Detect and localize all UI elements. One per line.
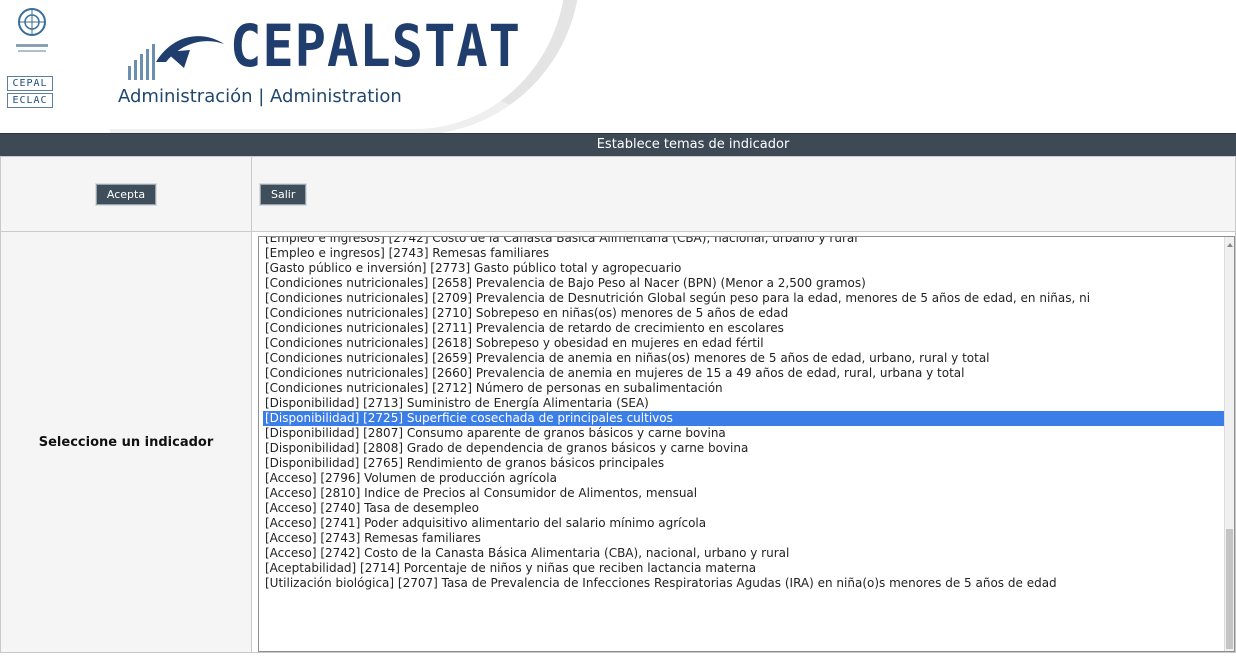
indicator-option[interactable]: [Acceso] [2810] Indice de Precios al Con… — [263, 486, 1224, 501]
admin-subtitle: Administración | Administration — [118, 86, 402, 107]
scrollbar-thumb[interactable] — [1226, 529, 1233, 649]
indicator-option[interactable]: [Disponibilidad] [2808] Grado de depende… — [263, 441, 1224, 456]
header: CEPAL ECLAC CEPALSTAT Administración | A… — [0, 0, 1236, 133]
indicator-label: Seleccione un indicador — [38, 434, 214, 450]
indicator-label-cell: Seleccione un indicador — [0, 231, 252, 653]
indicator-option[interactable]: [Condiciones nutricionales] [2659] Preva… — [263, 351, 1224, 366]
listbox-scrollbar[interactable] — [1224, 237, 1234, 651]
indicator-option[interactable]: [Condiciones nutricionales] [2711] Preva… — [263, 321, 1224, 336]
indicator-option[interactable]: [Acceso] [2741] Poder adquisitivo alimen… — [263, 516, 1224, 531]
section-titlebar: Establece temas de indicador — [0, 133, 1236, 156]
indicator-select-cell: [Empleo e ingresos] [2742] Costo de la C… — [251, 231, 1236, 653]
indicator-option[interactable]: [Disponibilidad] [2725] Superficie cosec… — [263, 411, 1224, 426]
brand-title: CEPALSTAT — [230, 12, 521, 80]
exit-cell: Salir — [251, 156, 1236, 232]
eclac-text: ECLAC — [7, 93, 53, 108]
indicator-option[interactable]: [Condiciones nutricionales] [2709] Preva… — [263, 291, 1224, 306]
indicator-option[interactable]: [Condiciones nutricionales] [2710] Sobre… — [263, 306, 1224, 321]
indicator-listbox[interactable]: [Empleo e ingresos] [2742] Costo de la C… — [258, 236, 1235, 652]
scroll-up-icon[interactable] — [1227, 243, 1233, 247]
indicator-option[interactable]: [Condiciones nutricionales] [2660] Preva… — [263, 366, 1224, 381]
indicator-option[interactable]: [Condiciones nutricionales] [2712] Númer… — [263, 381, 1224, 396]
un-emblem-icon — [16, 8, 48, 52]
indicator-option[interactable]: [Utilización biológica] [2707] Tasa de P… — [263, 576, 1224, 591]
indicator-option[interactable]: [Condiciones nutricionales] [2658] Preva… — [263, 276, 1224, 291]
indicator-option[interactable]: [Gasto público e inversión] [2773] Gasto… — [263, 261, 1224, 276]
indicator-option[interactable]: [Acceso] [2743] Remesas familiares — [263, 531, 1224, 546]
section-title: Establece temas de indicador — [596, 137, 790, 152]
indicator-option[interactable]: [Aceptabilidad] [2714] Porcentaje de niñ… — [263, 561, 1224, 576]
accept-button[interactable]: Acepta — [95, 184, 157, 205]
indicator-option[interactable]: [Empleo e ingresos] [2742] Costo de la C… — [263, 237, 1224, 246]
indicator-row: Seleccione un indicador [Empleo e ingres… — [0, 231, 1236, 653]
form-table: Acepta Salir Seleccione un indicador [Em… — [0, 156, 1236, 653]
accept-cell: Acepta — [0, 156, 252, 232]
indicator-options: [Empleo e ingresos] [2742] Costo de la C… — [263, 237, 1224, 591]
indicator-option[interactable]: [Disponibilidad] [2765] Rendimiento de g… — [263, 456, 1224, 471]
cepal-eclac-logo: CEPAL ECLAC — [7, 76, 53, 110]
indicator-option[interactable]: [Disponibilidad] [2807] Consumo aparente… — [263, 426, 1224, 441]
indicator-option[interactable]: [Disponibilidad] [2713] Suministro de En… — [263, 396, 1224, 411]
indicator-option[interactable]: [Empleo e ingresos] [2743] Remesas famil… — [263, 246, 1224, 261]
indicator-option[interactable]: [Acceso] [2742] Costo de la Canasta Bási… — [263, 546, 1224, 561]
indicator-option[interactable]: [Acceso] [2740] Tasa de desempleo — [263, 501, 1224, 516]
indicator-option[interactable]: [Acceso] [2796] Volumen de producción ag… — [263, 471, 1224, 486]
indicator-option[interactable]: [Condiciones nutricionales] [2618] Sobre… — [263, 336, 1224, 351]
cepal-text: CEPAL — [7, 76, 53, 91]
exit-button[interactable]: Salir — [260, 184, 307, 205]
actions-row: Acepta Salir — [0, 156, 1236, 232]
cepalstat-logo-icon — [128, 36, 224, 80]
